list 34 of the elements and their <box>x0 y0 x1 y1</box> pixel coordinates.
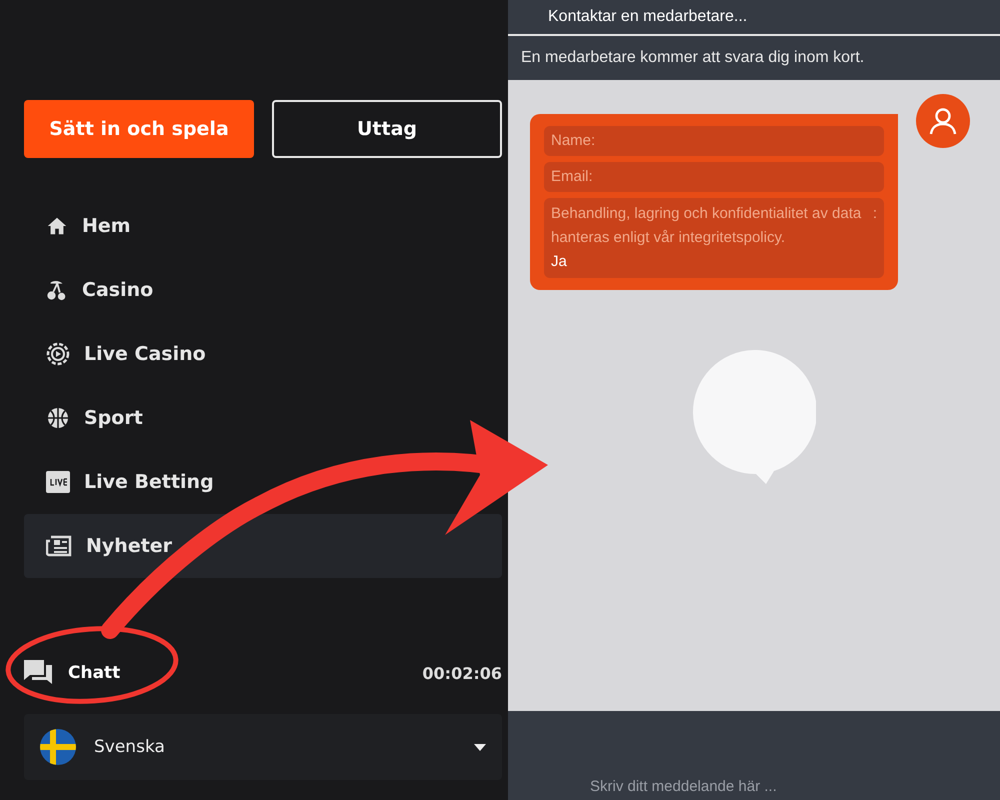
nav-item[interactable]: Casino <box>24 258 166 322</box>
consent-answer: Ja <box>551 252 568 272</box>
consent-text: Behandling, lagring och konfidentialitet av data hanteras enligt vår integritetspolicy. <box>551 204 862 248</box>
form-field: Email: <box>544 162 884 192</box>
nav-item-label: Casino <box>82 279 154 301</box>
nav-item[interactable]: Nyheter <box>24 514 502 578</box>
nav-item[interactable]: Sport <box>24 386 155 450</box>
form-field: Name: <box>544 126 884 156</box>
message-input[interactable]: Skriv ditt meddelande här ... <box>588 777 892 796</box>
home-icon <box>46 215 68 237</box>
basketball-icon <box>46 406 70 430</box>
newspaper-icon <box>46 535 72 557</box>
nav-item-label: Sport <box>84 407 143 429</box>
nav-item-label: Live Casino <box>84 343 206 365</box>
chat-title: Kontaktar en medarbetare... <box>548 8 748 26</box>
sweden-flag-icon <box>40 729 76 765</box>
withdraw-button[interactable]: Uttag <box>272 100 502 158</box>
notice-text: En medarbetare kommer att svara dig inom kort. <box>521 49 864 67</box>
nav-item-label: Nyheter <box>86 535 172 557</box>
language-select[interactable]: Svenska <box>24 714 502 780</box>
caret-icon <box>474 744 486 750</box>
nav-item-label: Hem <box>82 215 131 237</box>
nav-item[interactable]: Live Casino <box>24 322 218 386</box>
consent-colon: : <box>872 204 877 224</box>
user-icon <box>929 107 957 135</box>
chat-label[interactable]: Chatt <box>68 663 120 683</box>
poker-chip-icon <box>46 342 70 366</box>
nav-item[interactable]: Live Betting <box>24 450 226 514</box>
nav-item-label: Live Betting <box>84 471 214 493</box>
nav-item[interactable]: Hem <box>24 194 143 258</box>
live-tv-icon <box>46 471 70 493</box>
speech-bubble-icon <box>692 350 816 484</box>
chat-timer: 00:02:06 <box>422 664 502 682</box>
cherry-icon <box>46 278 68 302</box>
